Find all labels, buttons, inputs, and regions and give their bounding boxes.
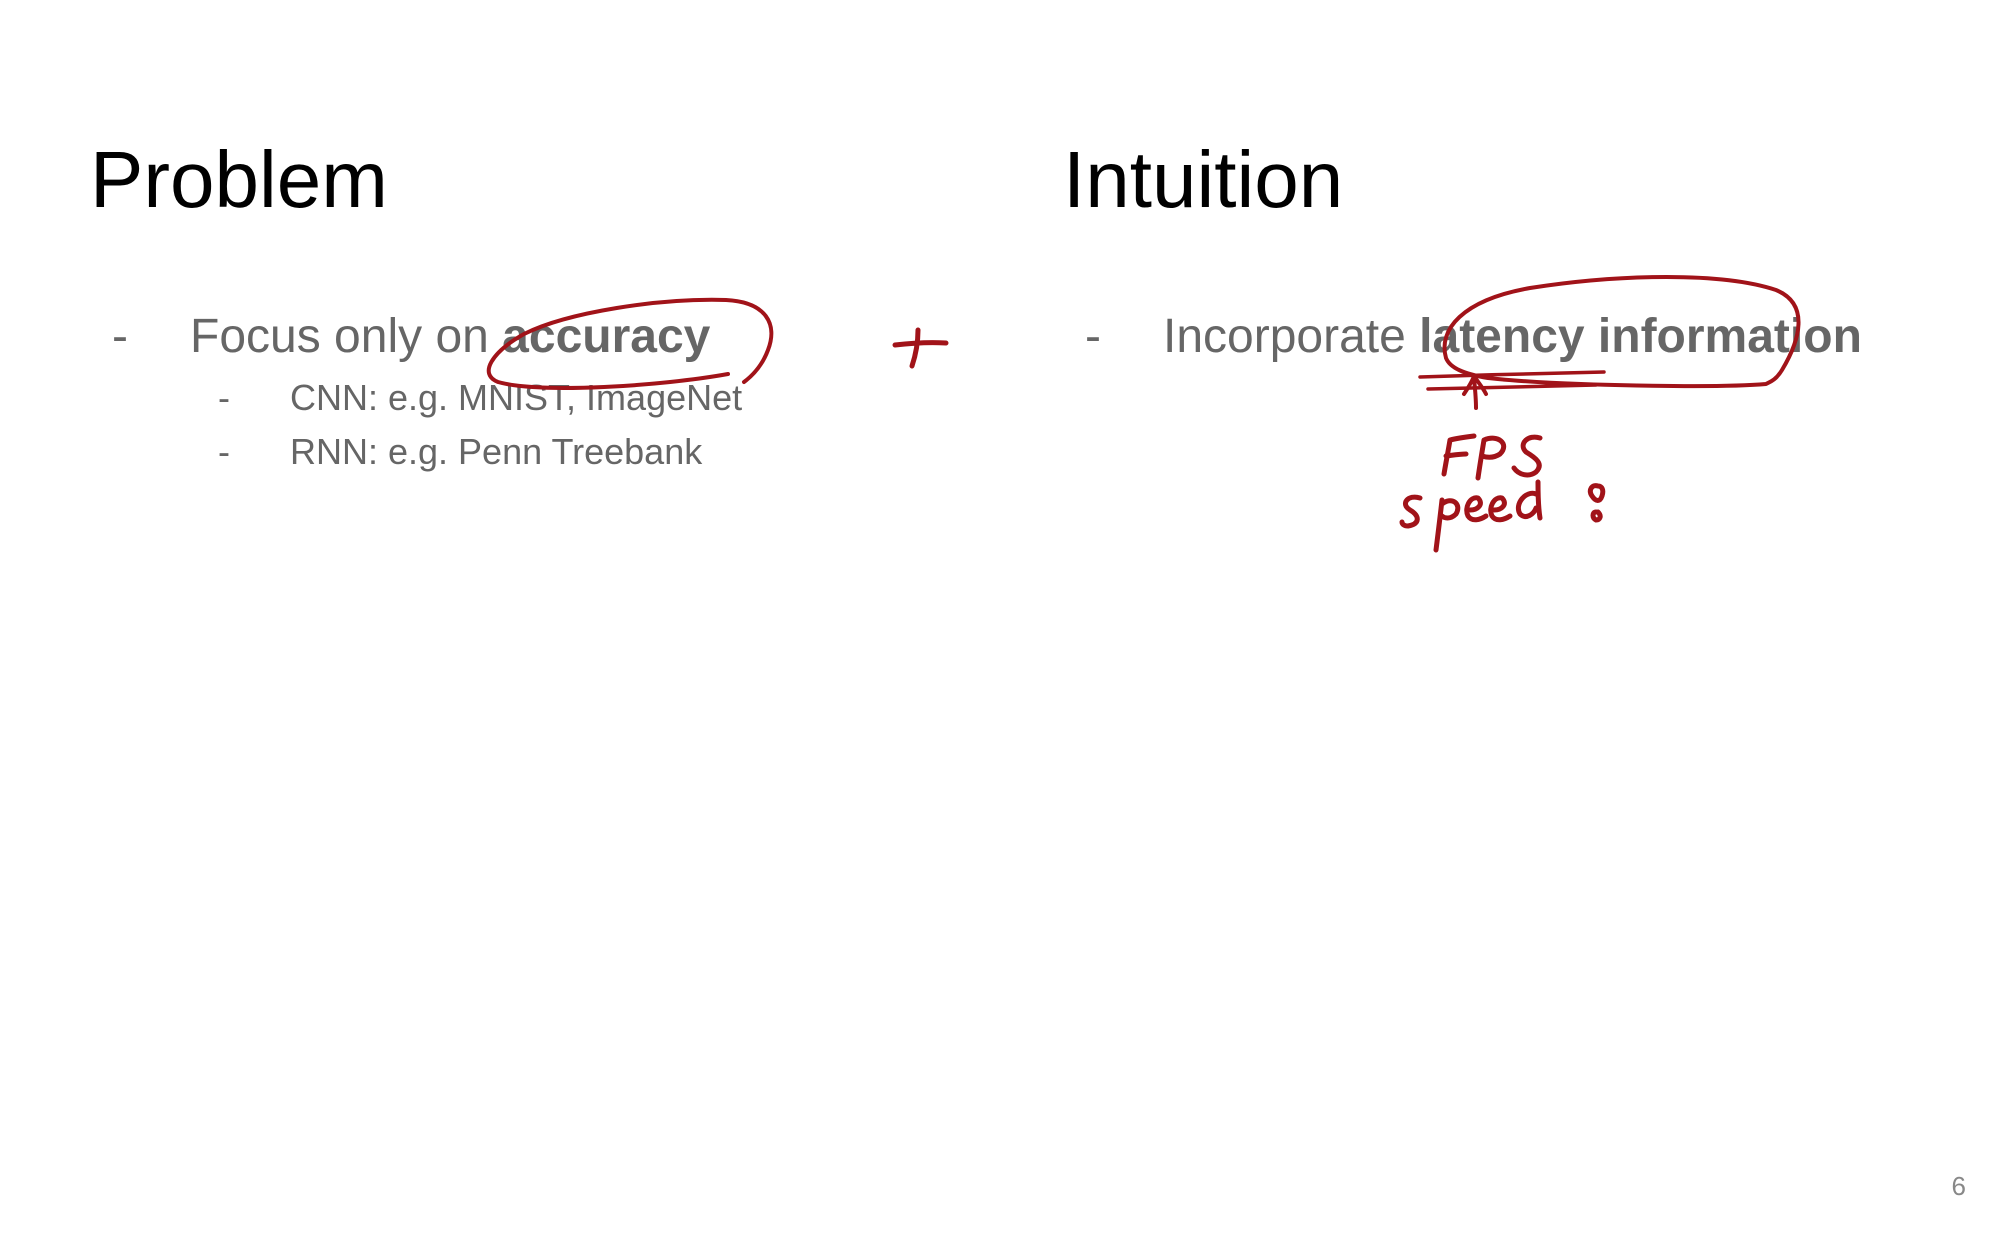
handwritten-speed: [1399, 479, 1543, 553]
bullet-text-bold-accuracy: accuracy: [502, 310, 711, 363]
bullet-focus-accuracy: - Focus only on accuracy: [112, 309, 912, 365]
handwritten-exclamation: [1587, 483, 1606, 523]
sub-bullet-cnn: - CNN: e.g. MNIST, ImageNet: [218, 376, 918, 420]
bullet-dash: -: [112, 310, 128, 363]
bullet-text: Focus only on accuracy: [190, 309, 710, 365]
bullet-text: Incorporate latency information: [1163, 309, 1862, 365]
slide: Problem - Focus only on accuracy - CNN: …: [0, 0, 2000, 1250]
sub-bullet-dash: -: [218, 377, 230, 418]
bullet-text-bold-latency-information: latency information: [1419, 310, 1862, 363]
underline-latency-mark: [1418, 370, 1606, 391]
sub-bullet-dash: -: [218, 431, 230, 472]
intuition-title: Intuition: [1063, 135, 1344, 224]
sub-bullet-text: CNN: e.g. MNIST, ImageNet: [290, 377, 743, 418]
sub-bullet-text: RNN: e.g. Penn Treebank: [290, 431, 703, 472]
bullet-dash: -: [1085, 310, 1101, 363]
bullet-incorporate-latency: - Incorporate latency information: [1085, 309, 1985, 365]
bullet-text-plain: Incorporate: [1163, 310, 1420, 363]
handwritten-fps: [1441, 433, 1543, 481]
bullet-text-plain: Focus only on: [190, 310, 503, 363]
page-number: 6: [1951, 1171, 1966, 1201]
arrow-up-icon: [1462, 374, 1488, 410]
sub-bullet-rnn: - RNN: e.g. Penn Treebank: [218, 430, 918, 474]
problem-title: Problem: [90, 135, 388, 224]
